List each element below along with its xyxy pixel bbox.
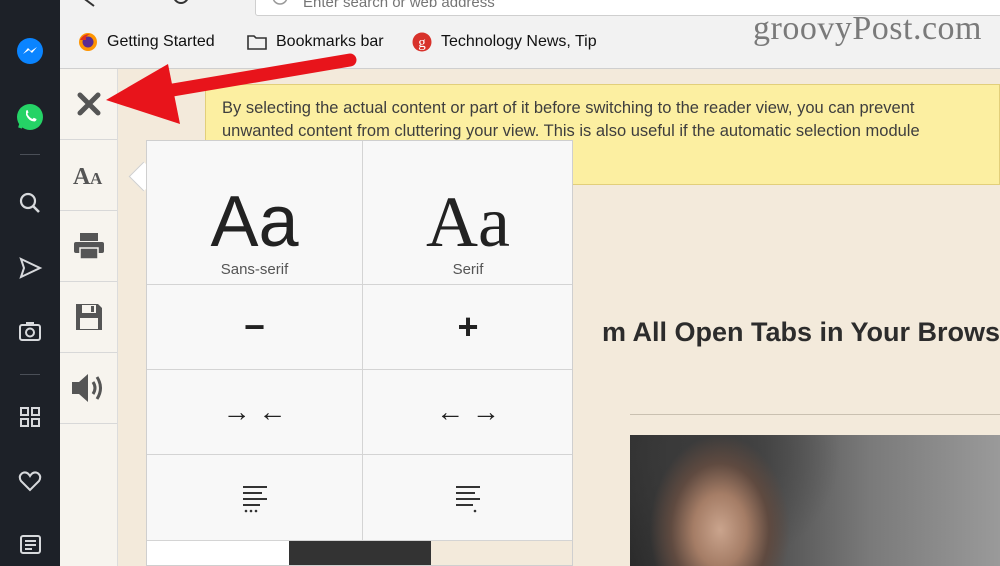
back-icon[interactable]: [80, 0, 100, 10]
minus-icon: −: [243, 306, 266, 347]
narrow-icon: → ←: [222, 396, 287, 427]
firefox-icon: [78, 32, 98, 52]
line-spacing-wide-icon: [456, 485, 480, 512]
send-icon[interactable]: [10, 248, 50, 288]
increase-font-button[interactable]: +: [363, 285, 572, 370]
svg-text:A: A: [90, 169, 103, 188]
bookmark-label: Technology News, Tip: [441, 33, 597, 50]
font-settings-button[interactable]: AA: [60, 140, 117, 211]
serif-sample: Aa: [426, 182, 510, 262]
messenger-icon[interactable]: [10, 31, 50, 71]
sans-serif-option[interactable]: Aa Sans-serif: [147, 141, 363, 285]
sidebar-divider: [20, 154, 40, 155]
article-title: m All Open Tabs in Your Brows: [602, 317, 1000, 347]
widen-column-button[interactable]: ← →: [363, 370, 572, 455]
font-size-icon: AA: [73, 164, 103, 188]
line-spacing-decrease-button[interactable]: [147, 455, 363, 541]
whatsapp-icon[interactable]: [10, 97, 50, 137]
annotation-arrow: [106, 53, 357, 124]
narrow-column-button[interactable]: → ←: [147, 370, 363, 455]
camera-icon[interactable]: [10, 311, 50, 351]
line-spacing-increase-button[interactable]: [363, 455, 572, 541]
svg-text:A: A: [73, 164, 91, 188]
bookmark-technology-news[interactable]: g Technology News, Tip: [412, 30, 597, 54]
theme-sepia-swatch[interactable]: [431, 541, 572, 565]
line-spacing-tight-icon: [242, 485, 267, 512]
groovypost-icon: g: [412, 32, 432, 52]
watermark: groovyPost.com: [753, 10, 982, 47]
print-button[interactable]: [60, 211, 117, 282]
sidebar-divider: [20, 374, 40, 375]
reload-icon[interactable]: [170, 0, 192, 10]
search-icon[interactable]: [10, 183, 50, 223]
close-icon: [77, 92, 100, 116]
opera-sidebar: [0, 0, 60, 566]
sans-serif-sample: Aa: [210, 182, 299, 262]
decrease-font-button[interactable]: −: [147, 285, 363, 370]
globe-icon: [272, 0, 288, 5]
theme-dark-swatch[interactable]: [289, 541, 431, 565]
article-image: [630, 435, 1000, 566]
print-icon: [73, 233, 104, 260]
plus-icon: +: [457, 306, 479, 347]
speed-dial-icon[interactable]: [10, 397, 50, 437]
font-settings-panel: Aa Sans-serif Aa Serif − + → ← ← →: [146, 140, 573, 566]
divider-line: [630, 414, 1000, 415]
widen-icon: ← →: [436, 396, 500, 427]
theme-light-swatch[interactable]: [147, 541, 290, 565]
speed-dial-icon[interactable]: [212, 0, 232, 8]
reader-toolbar: AA: [60, 69, 118, 566]
heart-icon[interactable]: [10, 461, 50, 501]
svg-text:g: g: [418, 35, 426, 51]
serif-label: Serif: [452, 261, 484, 278]
save-icon: [75, 304, 102, 330]
save-button[interactable]: [60, 282, 117, 353]
speaker-icon: [71, 374, 102, 402]
speak-button[interactable]: [60, 353, 117, 424]
news-icon[interactable]: [10, 524, 50, 564]
sans-serif-label: Sans-serif: [220, 261, 289, 278]
serif-option[interactable]: Aa Serif: [363, 141, 572, 285]
